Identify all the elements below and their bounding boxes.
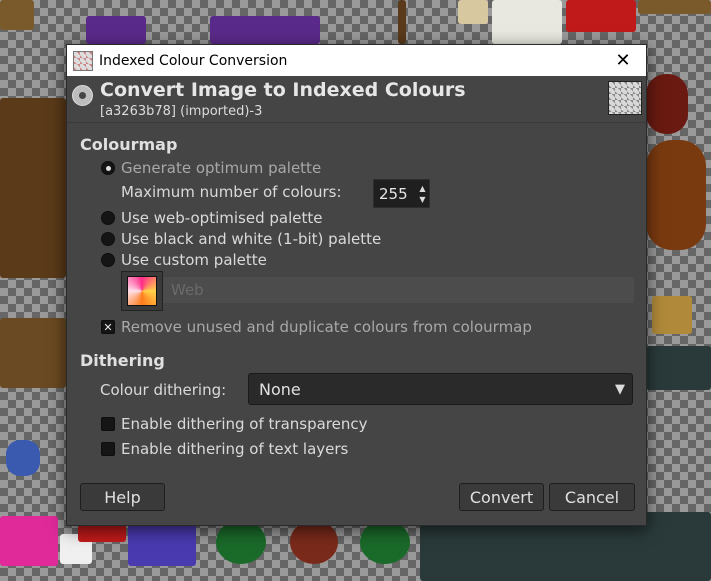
sprite-wreath-2 bbox=[290, 520, 338, 564]
dialog-heading: Convert Image to Indexed Colours bbox=[100, 79, 466, 101]
remove-unused-checkbox[interactable]: ✕ Remove unused and duplicate colours fr… bbox=[101, 318, 532, 336]
sprite-purple-curtain bbox=[86, 16, 146, 44]
sprite-red-bed bbox=[566, 0, 636, 32]
sprite-pink-box bbox=[0, 516, 58, 566]
colour-dithering-label: Colour dithering: bbox=[100, 381, 227, 399]
sprite-gift-blue bbox=[6, 440, 40, 476]
dither-text-layers-label: Enable dithering of text layers bbox=[121, 440, 349, 458]
sprite-table bbox=[492, 0, 562, 44]
radio-label-optimum: Generate optimum palette bbox=[121, 159, 322, 177]
sprite-wood-top bbox=[638, 0, 711, 14]
radio-indicator bbox=[101, 232, 115, 246]
image-thumbnail bbox=[608, 81, 642, 115]
convert-icon bbox=[72, 85, 93, 106]
sprite-stick bbox=[398, 0, 406, 44]
palette-select-button[interactable] bbox=[121, 271, 163, 311]
radio-indicator bbox=[101, 253, 115, 267]
close-icon[interactable]: ✕ bbox=[600, 45, 646, 76]
colour-dithering-value: None bbox=[259, 379, 301, 399]
window-title: Indexed Colour Conversion bbox=[99, 52, 288, 69]
cancel-button[interactable]: Cancel bbox=[549, 483, 635, 511]
chevron-down-icon: ▼ bbox=[615, 381, 625, 397]
sprite-wreath-3 bbox=[360, 520, 410, 564]
sprite-candles bbox=[652, 296, 692, 334]
convert-button[interactable]: Convert bbox=[459, 483, 544, 511]
checkbox-indicator bbox=[101, 442, 115, 456]
sprite-scroll bbox=[458, 0, 488, 24]
palette-swatch-icon bbox=[127, 276, 157, 306]
max-colours-label: Maximum number of colours: bbox=[121, 183, 342, 201]
colour-dithering-select[interactable]: None ▼ bbox=[248, 373, 633, 405]
radio-label-web: Use web-optimised palette bbox=[121, 209, 323, 227]
sprite-desk bbox=[0, 318, 66, 388]
radio-indicator bbox=[101, 211, 115, 225]
chevron-up-icon[interactable]: ▲ bbox=[419, 183, 425, 194]
spinner-arrows[interactable]: ▲ ▼ bbox=[416, 183, 429, 205]
gimp-app-icon bbox=[73, 50, 93, 71]
dither-transparency-checkbox[interactable]: Enable dithering of transparency bbox=[101, 415, 368, 433]
help-button[interactable]: Help bbox=[80, 483, 165, 511]
sprite-purple-curtain-2 bbox=[210, 16, 320, 44]
checkbox-indicator bbox=[101, 417, 115, 431]
dithering-section-title: Dithering bbox=[80, 351, 165, 370]
sprite-purple-box bbox=[128, 520, 196, 566]
radio-optimum-palette[interactable]: Generate optimum palette bbox=[101, 159, 321, 177]
max-colours-spinner[interactable]: 255 ▲ ▼ bbox=[373, 179, 430, 208]
max-colours-value[interactable]: 255 bbox=[374, 185, 416, 203]
dither-transparency-label: Enable dithering of transparency bbox=[121, 415, 368, 433]
radio-bw-palette[interactable]: Use black and white (1-bit) palette bbox=[101, 230, 381, 248]
remove-unused-label: Remove unused and duplicate colours from… bbox=[121, 318, 532, 336]
radio-web-palette[interactable]: Use web-optimised palette bbox=[101, 209, 322, 227]
sprite-wood-panel bbox=[0, 0, 34, 30]
title-bar[interactable]: Indexed Colour Conversion ✕ bbox=[67, 45, 646, 76]
colourmap-section-title: Colourmap bbox=[80, 135, 178, 154]
header-divider bbox=[67, 122, 646, 123]
sprite-barrel bbox=[646, 140, 706, 250]
checkbox-checked-icon: ✕ bbox=[101, 320, 115, 334]
dialog-header: Convert Image to Indexed Colours [a3263b… bbox=[67, 76, 646, 122]
indexed-colour-dialog: Indexed Colour Conversion ✕ Convert Imag… bbox=[66, 44, 647, 526]
radio-indicator-selected bbox=[101, 161, 115, 175]
radio-label-bw: Use black and white (1-bit) palette bbox=[121, 230, 382, 248]
sprite-cabinet bbox=[0, 98, 66, 278]
radio-label-custom: Use custom palette bbox=[121, 251, 267, 269]
sprite-iron-gate bbox=[646, 346, 711, 390]
dither-text-layers-checkbox[interactable]: Enable dithering of text layers bbox=[101, 440, 348, 458]
sprite-pot bbox=[646, 74, 688, 134]
chevron-down-icon[interactable]: ▼ bbox=[419, 194, 425, 205]
radio-custom-palette[interactable]: Use custom palette bbox=[101, 251, 267, 269]
image-name: [a3263b78] (imported)-3 bbox=[100, 104, 263, 119]
custom-palette-name: Web bbox=[163, 277, 634, 303]
sprite-wreath-1 bbox=[216, 520, 266, 564]
